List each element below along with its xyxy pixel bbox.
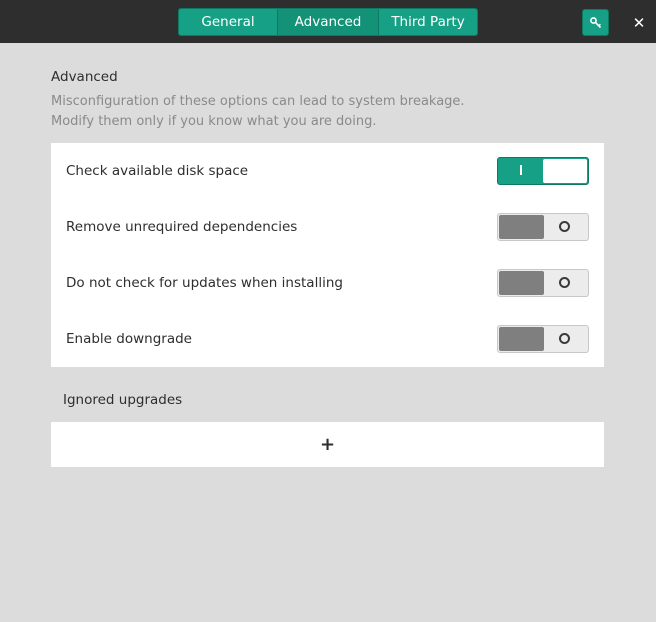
tab-third-party[interactable]: Third Party xyxy=(379,8,478,36)
option-label: Do not check for updates when installing xyxy=(66,275,343,291)
option-row-no-update-check: Do not check for updates when installing xyxy=(51,255,604,311)
off-indicator-icon xyxy=(559,221,570,232)
option-row-downgrade: Enable downgrade xyxy=(51,311,604,367)
warning-text-line2: Modify them only if you know what you ar… xyxy=(51,114,377,129)
option-row-disk-space: Check available disk space xyxy=(51,143,604,199)
close-button[interactable]: ✕ xyxy=(626,10,652,36)
disk-space-toggle[interactable] xyxy=(497,157,589,185)
tab-advanced-label: Advanced xyxy=(294,14,362,30)
ignored-upgrades-title: Ignored upgrades xyxy=(63,392,183,408)
on-indicator-icon xyxy=(520,165,522,175)
tab-general[interactable]: General xyxy=(178,8,278,36)
option-row-remove-dependencies: Remove unrequired dependencies xyxy=(51,199,604,255)
off-indicator-icon xyxy=(559,333,570,344)
option-label: Check available disk space xyxy=(66,163,249,179)
options-panel: Check available disk space Remove unrequ… xyxy=(51,143,604,367)
off-indicator-icon xyxy=(559,277,570,288)
key-icon xyxy=(589,16,601,28)
key-button[interactable] xyxy=(582,9,609,36)
toggle-knob xyxy=(499,327,544,351)
toggle-knob xyxy=(543,159,587,183)
toggle-knob xyxy=(499,271,544,295)
tab-third-party-label: Third Party xyxy=(391,14,465,30)
plus-icon: + xyxy=(319,434,336,455)
tab-general-label: General xyxy=(201,14,255,30)
warning-text-line1: Misconfiguration of these options can le… xyxy=(51,94,465,109)
section-title: Advanced xyxy=(51,69,118,85)
close-icon: ✕ xyxy=(632,14,646,32)
no-update-check-toggle[interactable] xyxy=(497,269,589,297)
downgrade-toggle[interactable] xyxy=(497,325,589,353)
tab-advanced[interactable]: Advanced xyxy=(278,8,379,36)
add-ignored-upgrade-button[interactable]: + xyxy=(51,422,604,467)
titlebar: General Advanced Third Party ✕ xyxy=(0,0,656,43)
tab-bar: General Advanced Third Party xyxy=(178,8,478,36)
remove-dependencies-toggle[interactable] xyxy=(497,213,589,241)
toggle-knob xyxy=(499,215,544,239)
option-label: Remove unrequired dependencies xyxy=(66,219,298,235)
option-label: Enable downgrade xyxy=(66,331,192,347)
